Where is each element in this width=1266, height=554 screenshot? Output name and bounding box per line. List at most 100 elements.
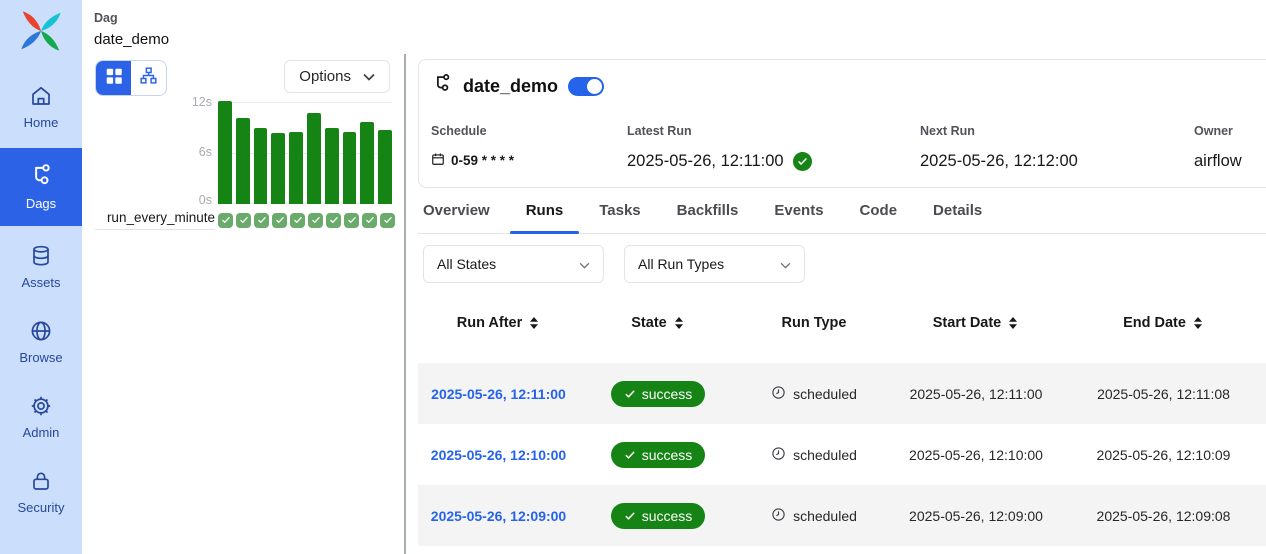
- start-date-value: 2025-05-26, 12:09:00: [909, 508, 1043, 524]
- sidebar-item-admin[interactable]: Admin: [0, 383, 82, 451]
- task-instance-success-square[interactable]: [290, 213, 305, 228]
- y-axis-tick-0s: 0s: [95, 193, 212, 207]
- y-axis-tick-6s: 6s: [95, 145, 212, 159]
- next-run-value: 2025-05-26, 12:12:00: [920, 152, 1078, 171]
- duration-bar[interactable]: [289, 132, 303, 204]
- y-axis-tick-12s: 12s: [95, 95, 212, 109]
- runs-table: Run After State Run Type Start Date: [418, 283, 1266, 546]
- owner-label: Owner: [1194, 124, 1266, 138]
- sidebar: Home Dags Assets Browse Admin: [0, 0, 82, 554]
- tab-details[interactable]: Details: [933, 202, 982, 233]
- tab-tasks[interactable]: Tasks: [599, 202, 640, 233]
- globe-icon: [29, 319, 53, 343]
- run-type-value: scheduled: [793, 447, 857, 463]
- dag-grid-panel: Options 12s 6s 0s run_ever: [82, 54, 404, 554]
- view-toggle-group: [95, 60, 167, 96]
- task-instance-success-square[interactable]: [344, 213, 359, 228]
- duration-bar[interactable]: [236, 118, 250, 204]
- task-row: run_every_minute: [95, 210, 398, 230]
- duration-bar[interactable]: [307, 113, 321, 204]
- duration-bar[interactable]: [343, 132, 357, 204]
- airflow-logo[interactable]: [18, 8, 64, 59]
- owner-value: airflow: [1194, 152, 1242, 171]
- task-instance-success-square[interactable]: [218, 213, 233, 228]
- table-row: 2025-05-26, 12:10:00 success scheduled 2…: [418, 424, 1266, 485]
- page-header: Dag date_demo: [82, 0, 1266, 54]
- grid-view-button[interactable]: [96, 61, 131, 95]
- database-icon: [29, 244, 53, 268]
- status-badge[interactable]: success: [611, 381, 706, 407]
- content: Options 12s 6s 0s run_ever: [82, 54, 1266, 554]
- dag-pause-toggle[interactable]: [568, 77, 604, 96]
- duration-bar[interactable]: [254, 128, 268, 205]
- schedule-label: Schedule: [431, 124, 627, 138]
- column-header-state[interactable]: State: [579, 315, 737, 331]
- lock-icon: [29, 469, 53, 493]
- duration-bar[interactable]: [325, 128, 339, 204]
- latest-run-value[interactable]: 2025-05-26, 12:11:00: [627, 152, 784, 171]
- start-date-value: 2025-05-26, 12:10:00: [909, 447, 1043, 463]
- sidebar-item-label: Browse: [19, 350, 62, 365]
- duration-bar[interactable]: [360, 122, 374, 204]
- tab-overview[interactable]: Overview: [423, 202, 490, 233]
- task-instance-success-square[interactable]: [236, 213, 251, 228]
- task-instance-success-square[interactable]: [380, 213, 395, 228]
- grid-icon: [104, 66, 124, 91]
- tab-runs[interactable]: Runs: [526, 202, 564, 233]
- clock-icon: [771, 507, 786, 525]
- latest-run-label: Latest Run: [627, 124, 920, 138]
- column-header-run-after[interactable]: Run After: [418, 315, 579, 331]
- task-instance-success-square[interactable]: [326, 213, 341, 228]
- table-row: 2025-05-26, 12:09:00 success scheduled 2…: [418, 485, 1266, 546]
- sidebar-item-home[interactable]: Home: [0, 73, 82, 141]
- sort-icon[interactable]: [528, 316, 540, 330]
- status-badge[interactable]: success: [611, 503, 706, 529]
- chevron-down-icon: [780, 256, 791, 272]
- run-filters: All States All Run Types: [418, 245, 1266, 283]
- column-header-start-date[interactable]: Start Date: [891, 315, 1061, 331]
- graph-view-button[interactable]: [131, 61, 166, 95]
- task-instance-success-square[interactable]: [308, 213, 323, 228]
- task-instance-states: [218, 213, 395, 228]
- tab-events[interactable]: Events: [774, 202, 823, 233]
- dag-tabs: Overview Runs Tasks Backfills Events Cod…: [418, 202, 1266, 234]
- duration-bar[interactable]: [378, 130, 392, 204]
- state-filter-select[interactable]: All States: [423, 245, 604, 283]
- sort-icon[interactable]: [1192, 316, 1204, 330]
- dag-icon: [431, 73, 453, 100]
- chevron-down-icon: [579, 256, 590, 272]
- table-header-row: Run After State Run Type Start Date: [418, 283, 1266, 363]
- sidebar-item-security[interactable]: Security: [0, 458, 82, 526]
- end-date-value: 2025-05-26, 12:11:08: [1097, 386, 1230, 402]
- sidebar-item-label: Admin: [23, 425, 60, 440]
- owner-field: Owner airflow: [1194, 124, 1266, 171]
- dag-detail-panel: date_demo Schedule 0-59 * * * *: [406, 54, 1266, 554]
- run-after-link[interactable]: 2025-05-26, 12:10:00: [431, 447, 566, 463]
- run-type-filter-select[interactable]: All Run Types: [624, 245, 805, 283]
- sidebar-item-dags[interactable]: Dags: [0, 148, 82, 226]
- options-button[interactable]: Options: [284, 60, 390, 93]
- run-type-filter-value: All Run Types: [638, 256, 724, 272]
- status-badge[interactable]: success: [611, 442, 706, 468]
- run-after-link[interactable]: 2025-05-26, 12:09:00: [431, 508, 566, 524]
- tab-code[interactable]: Code: [860, 202, 898, 233]
- task-instance-success-square[interactable]: [272, 213, 287, 228]
- column-header-end-date[interactable]: End Date: [1061, 315, 1266, 331]
- dag-summary-card: date_demo Schedule 0-59 * * * *: [418, 59, 1266, 188]
- task-instance-success-square[interactable]: [254, 213, 269, 228]
- duration-bar[interactable]: [271, 133, 285, 204]
- sort-icon[interactable]: [1007, 316, 1019, 330]
- tab-backfills[interactable]: Backfills: [677, 202, 739, 233]
- sidebar-item-assets[interactable]: Assets: [0, 233, 82, 301]
- duration-bar[interactable]: [218, 101, 232, 204]
- chevron-down-icon: [363, 68, 375, 85]
- breadcrumb: Dag: [94, 11, 1266, 25]
- sidebar-item-browse[interactable]: Browse: [0, 308, 82, 376]
- run-after-link[interactable]: 2025-05-26, 12:11:00: [431, 386, 566, 402]
- graph-icon: [139, 66, 158, 90]
- task-name-label[interactable]: run_every_minute: [95, 210, 215, 230]
- end-date-value: 2025-05-26, 12:10:09: [1097, 447, 1231, 463]
- task-instance-success-square[interactable]: [362, 213, 377, 228]
- success-check-icon: [793, 152, 812, 171]
- sort-icon[interactable]: [673, 316, 685, 330]
